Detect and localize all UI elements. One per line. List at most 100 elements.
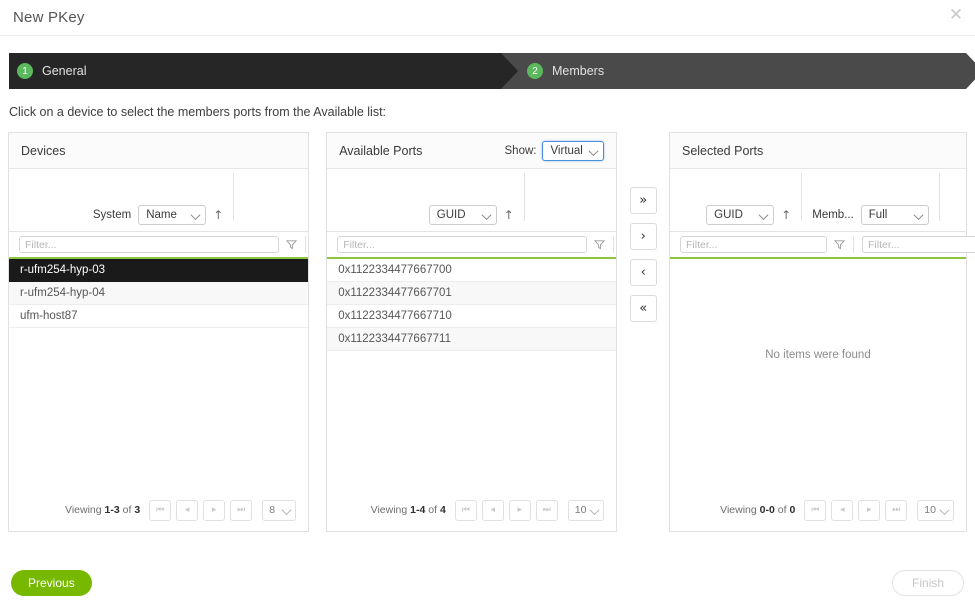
- available-filter-row: [327, 231, 616, 257]
- devices-column-group: System Name ↑: [83, 205, 233, 225]
- pager-next-button[interactable]: ▸: [509, 500, 531, 521]
- devices-sort-ascending-icon[interactable]: ↑: [213, 208, 223, 222]
- transfer-button-group: » › ‹ «: [617, 132, 669, 322]
- pager-prev-button[interactable]: ◂: [831, 500, 853, 521]
- previous-button[interactable]: Previous: [11, 570, 92, 596]
- pager-total: 0: [789, 504, 795, 516]
- close-icon[interactable]: ✕: [947, 6, 965, 24]
- funnel-icon[interactable]: [286, 239, 297, 250]
- pager-first-button[interactable]: ⏮: [804, 500, 826, 521]
- selected-sort-row: GUID ↑ Memb... Full: [670, 169, 966, 231]
- pager-prefix: Viewing: [720, 504, 757, 516]
- list-item[interactable]: 0x1122334477667711: [327, 328, 616, 351]
- available-page-size-select[interactable]: 10: [568, 500, 605, 521]
- list-item[interactable]: 0x1122334477667710: [327, 305, 616, 328]
- pager-range: 1-4: [410, 504, 425, 516]
- pager-last-button[interactable]: ⏭: [536, 500, 558, 521]
- column-divider: [233, 173, 234, 221]
- step-label-general: General: [42, 64, 86, 78]
- show-type-select[interactable]: Virtual: [542, 141, 604, 161]
- devices-column-select[interactable]: Name: [138, 205, 206, 225]
- move-all-right-button[interactable]: »: [630, 187, 657, 214]
- move-all-left-button[interactable]: «: [630, 295, 657, 322]
- available-panel-title: Available Ports: [339, 144, 422, 158]
- selected-pager-text: Viewing 0-0 of 0: [720, 504, 795, 516]
- step-number-badge: 1: [17, 63, 33, 79]
- funnel-icon[interactable]: [594, 239, 605, 250]
- pager-next-button[interactable]: ▸: [203, 500, 225, 521]
- selected-panel-title: Selected Ports: [682, 144, 763, 158]
- devices-page-size-select[interactable]: 8: [262, 500, 296, 521]
- devices-list: r-ufm254-hyp-03 r-ufm254-hyp-04 ufm-host…: [9, 257, 308, 489]
- devices-filter-input[interactable]: [19, 236, 279, 253]
- dialog-titlebar: New PKey ✕: [0, 0, 975, 36]
- available-ports-list: 0x1122334477667700 0x1122334477667701 0x…: [327, 257, 616, 489]
- page-title: New PKey: [0, 9, 85, 26]
- list-item[interactable]: 0x1122334477667700: [327, 259, 616, 282]
- wizard-step-members[interactable]: 2 Members: [501, 53, 966, 89]
- pager-prev-button[interactable]: ◂: [482, 500, 504, 521]
- selected-ports-empty-message: No items were found: [670, 257, 966, 489]
- devices-pager-text: Viewing 1-3 of 3: [65, 504, 140, 516]
- selected-page-size-select[interactable]: 10: [917, 500, 954, 521]
- column-divider: [613, 236, 614, 253]
- selected-membership-filter-cell: [854, 236, 975, 253]
- devices-panel-header: Devices: [9, 133, 308, 169]
- list-item[interactable]: 0x1122334477667701: [327, 282, 616, 305]
- show-filter-group: Show: Virtual: [505, 141, 605, 161]
- show-label: Show:: [505, 145, 537, 157]
- list-item[interactable]: ufm-host87: [9, 305, 308, 328]
- pager-range: 0-0: [760, 504, 775, 516]
- membership-select[interactable]: Full: [861, 205, 929, 225]
- selected-membership-column-group: Memb... Full: [802, 205, 939, 225]
- selected-sort-ascending-icon[interactable]: ↑: [781, 208, 791, 222]
- pager-total: 3: [134, 504, 140, 516]
- pager-next-button[interactable]: ▸: [858, 500, 880, 521]
- column-divider: [524, 173, 525, 221]
- available-panel-header: Available Ports Show: Virtual: [327, 133, 616, 169]
- pager-first-button[interactable]: ⏮: [455, 500, 477, 521]
- pager-last-button[interactable]: ⏭: [885, 500, 907, 521]
- devices-pagination: Viewing 1-3 of 3 ⏮ ◂ ▸ ⏭ 8: [9, 489, 308, 531]
- devices-filter-row: [9, 231, 308, 257]
- funnel-icon[interactable]: [834, 239, 845, 250]
- panels-container: Devices System Name ↑: [0, 132, 975, 532]
- pager-of: of: [123, 504, 132, 516]
- pager-first-button[interactable]: ⏮: [149, 500, 171, 521]
- move-right-button[interactable]: ›: [630, 223, 657, 250]
- pager-total: 4: [440, 504, 446, 516]
- pager-of: of: [778, 504, 787, 516]
- available-toolbar-area: GUID ↑ 0x1122334477667700: [327, 169, 616, 489]
- selected-toolbar-area: GUID ↑ Memb... Full: [670, 169, 966, 489]
- instruction-text: Click on a device to select the members …: [9, 105, 975, 119]
- membership-column-label: Memb...: [812, 209, 854, 221]
- available-ports-panel: Available Ports Show: Virtual GUID ↑: [326, 132, 617, 532]
- available-pagination: Viewing 1-4 of 4 ⏮ ◂ ▸ ⏭ 10: [327, 489, 616, 531]
- available-column-select[interactable]: GUID: [429, 205, 497, 225]
- available-filter-input[interactable]: [337, 236, 587, 253]
- pager-last-button[interactable]: ⏭: [230, 500, 252, 521]
- pager-range: 1-3: [105, 504, 120, 516]
- available-sort-ascending-icon[interactable]: ↑: [504, 208, 514, 222]
- column-divider: [939, 173, 940, 221]
- devices-panel-title: Devices: [21, 144, 65, 158]
- pager-prev-button[interactable]: ◂: [176, 500, 198, 521]
- devices-sort-row: System Name ↑: [9, 169, 308, 231]
- wizard-step-general[interactable]: 1 General: [9, 53, 501, 89]
- devices-filter-cell: [11, 236, 305, 253]
- selected-ports-panel: Selected Ports GUID ↑ Memb... Full: [669, 132, 967, 532]
- selected-membership-filter-input[interactable]: [862, 236, 975, 253]
- wizard-steps: 1 General 2 Members: [9, 53, 966, 89]
- list-item[interactable]: r-ufm254-hyp-03: [9, 259, 308, 282]
- move-left-button[interactable]: ‹: [630, 259, 657, 286]
- pager-of: of: [428, 504, 437, 516]
- selected-guid-filter-input[interactable]: [680, 236, 827, 253]
- devices-panel: Devices System Name ↑: [8, 132, 309, 532]
- selected-guid-column-select[interactable]: GUID: [706, 205, 774, 225]
- finish-button[interactable]: Finish: [892, 570, 964, 596]
- selected-guid-column-group: GUID ↑: [696, 205, 801, 225]
- dialog-footer: Previous Finish: [0, 557, 975, 609]
- list-item[interactable]: r-ufm254-hyp-04: [9, 282, 308, 305]
- devices-toolbar-area: System Name ↑ r-ufm254-: [9, 169, 308, 489]
- available-pager-text: Viewing 1-4 of 4: [371, 504, 446, 516]
